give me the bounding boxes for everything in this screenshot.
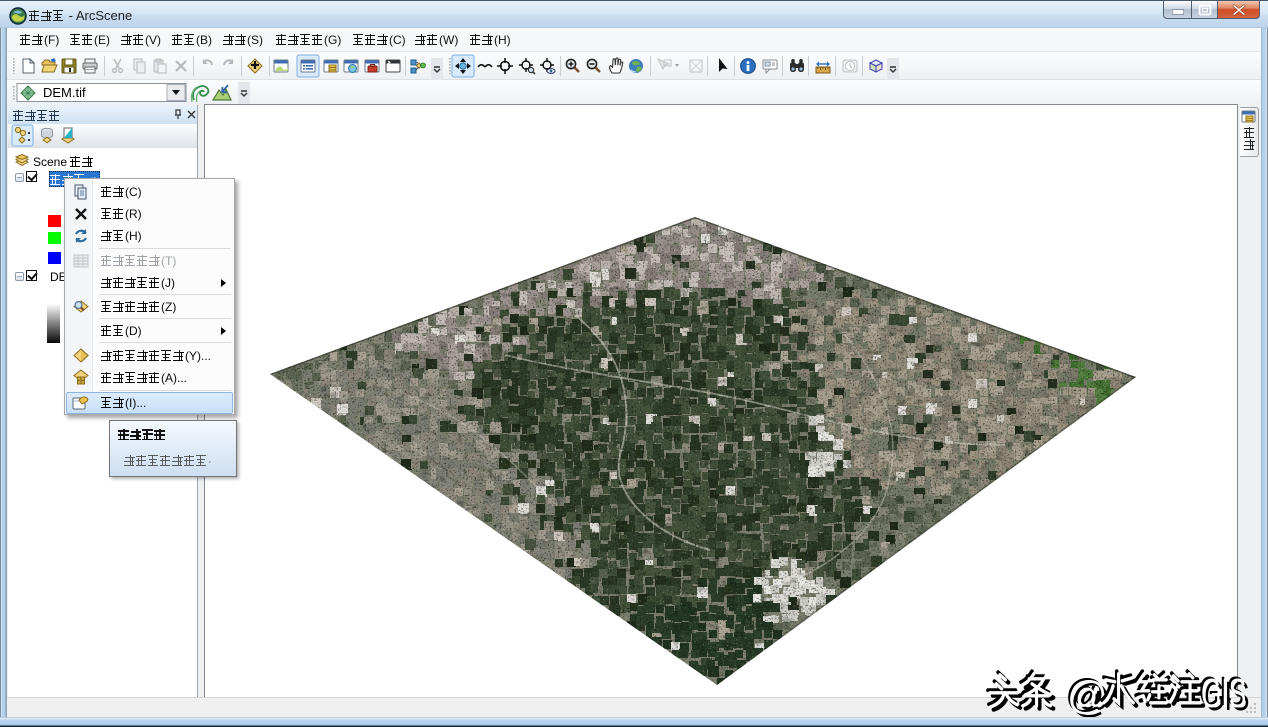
svg-text:DEM.tif: DEM.tif <box>43 85 86 100</box>
svg-text:@: @ <box>1067 674 1108 717</box>
svg-text:GIS: GIS <box>1201 671 1246 716</box>
